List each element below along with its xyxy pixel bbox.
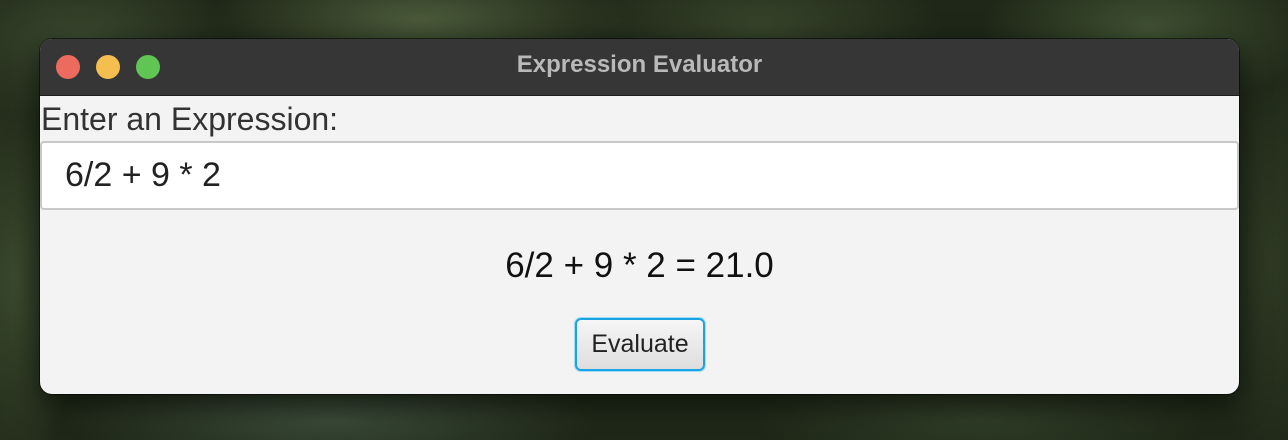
result-text: 6/2 + 9 * 2 = 21.0 bbox=[505, 246, 774, 285]
title-bar[interactable]: Expression Evaluator bbox=[40, 39, 1239, 96]
desktop-background: Expression Evaluator Enter an Expression… bbox=[0, 0, 1288, 440]
expression-input[interactable] bbox=[40, 141, 1239, 210]
window-content: Enter an Expression: 6/2 + 9 * 2 = 21.0 … bbox=[40, 96, 1239, 394]
expression-prompt-label: Enter an Expression: bbox=[41, 101, 339, 137]
app-window: Expression Evaluator Enter an Expression… bbox=[40, 39, 1239, 394]
window-title: Expression Evaluator bbox=[516, 51, 763, 78]
evaluate-button[interactable]: Evaluate bbox=[575, 318, 705, 371]
